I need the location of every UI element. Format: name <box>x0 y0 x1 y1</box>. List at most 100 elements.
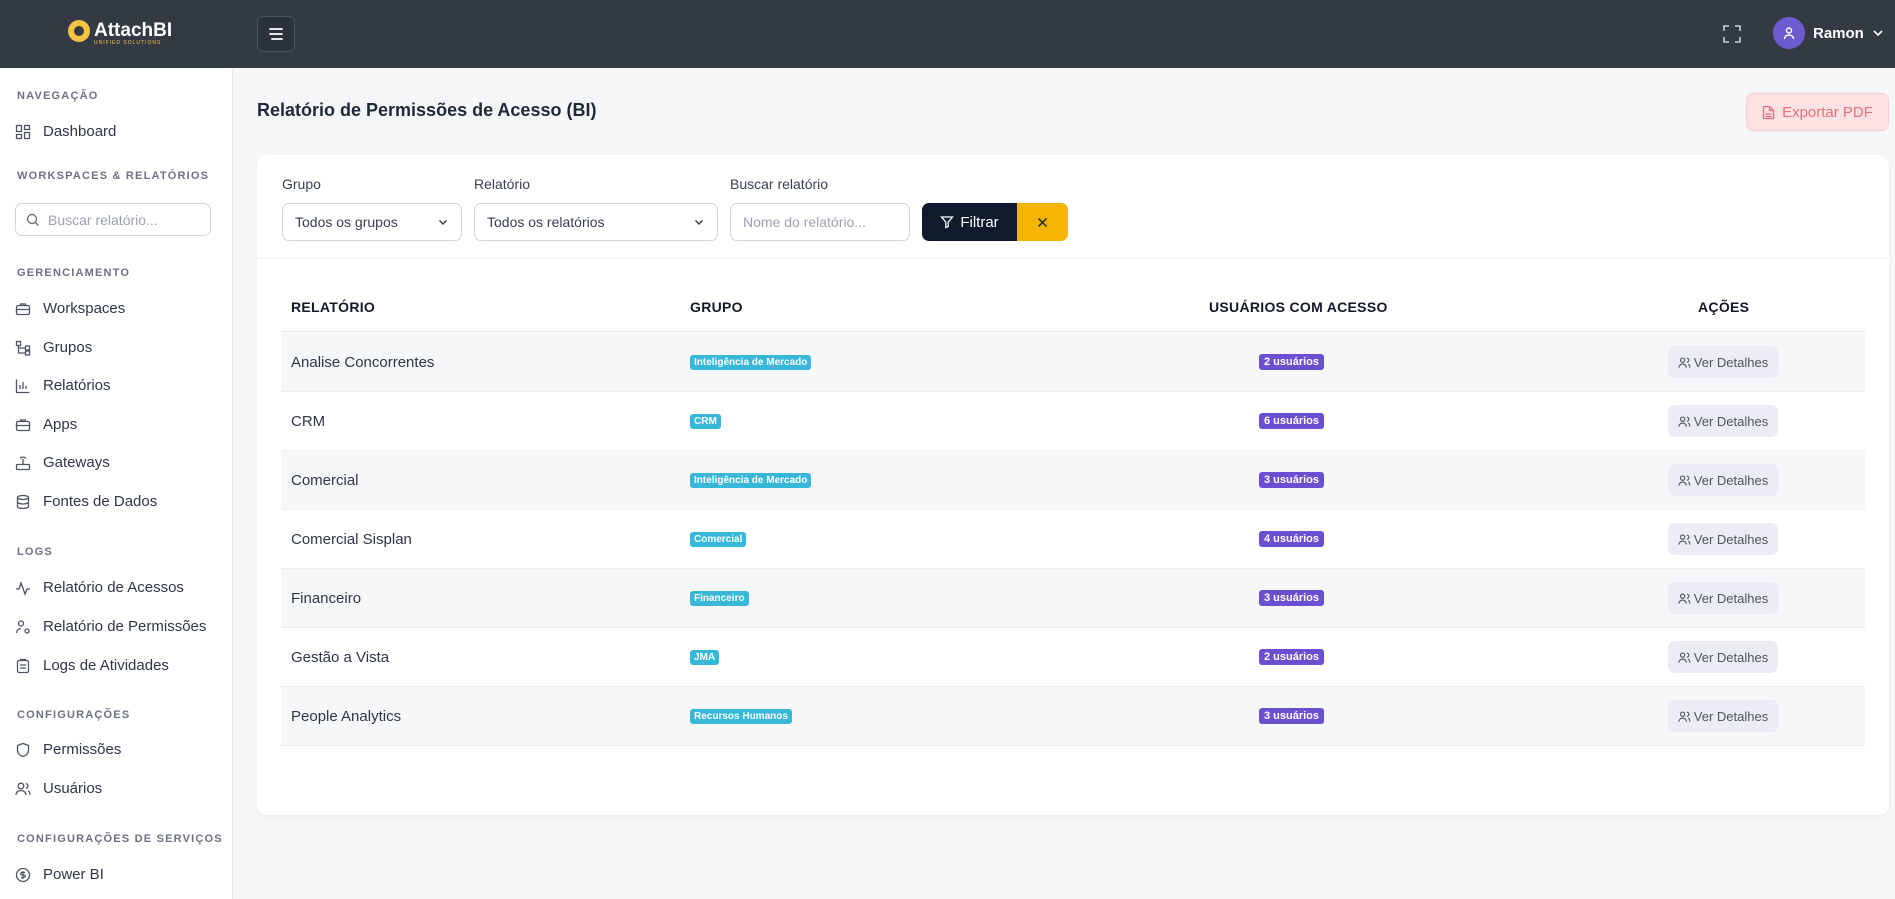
sidebar-item-relatorios[interactable]: Relatórios <box>15 377 111 394</box>
sidebar-item-label: Relatórios <box>43 377 111 394</box>
users-count-badge: 3 usuários <box>1259 472 1325 488</box>
view-details-button[interactable]: Ver Detalhes <box>1668 582 1778 614</box>
sidebar-search-input[interactable] <box>48 211 198 228</box>
section-title-config-servicos: CONFIGURAÇÕES DE SERVIÇOS <box>17 833 223 845</box>
report-select[interactable]: Todos os relatórios <box>474 203 718 241</box>
sidebar-item-label: Usuários <box>43 780 103 797</box>
view-details-label: Ver Detalhes <box>1693 649 1769 665</box>
view-details-button[interactable]: Ver Detalhes <box>1668 700 1778 732</box>
table-row: People Analytics Recursos Humanos 3 usuári… <box>281 687 1865 746</box>
users-icon <box>1678 474 1691 486</box>
group-badge: Comercial <box>690 532 747 547</box>
user-name: Ramon <box>1813 24 1864 42</box>
sidebar: NAVEGAÇÃO Dashboard WORKSPACES & RELATÓR… <box>0 68 233 899</box>
file-pdf-icon <box>1762 105 1775 119</box>
view-details-button[interactable]: Ver Detalhes <box>1668 405 1778 437</box>
table-row: Comercial Sisplan Comercial 4 usuários Ver … <box>281 510 1865 569</box>
logo-mark-icon <box>68 20 90 42</box>
page-title: Relatório de Permissões de Acesso (BI) <box>257 100 597 120</box>
view-details-button[interactable]: Ver Detalhes <box>1668 523 1778 555</box>
filter-bar: Grupo Todos os grupos Relatório Todos os… <box>257 155 1889 259</box>
group-select[interactable]: Todos os grupos <box>282 203 462 241</box>
sidebar-item-fontes-de-dados[interactable]: Fontes de Dados <box>15 493 157 510</box>
section-title-navegacao: NAVEGAÇÃO <box>17 90 99 102</box>
dollar-circle-icon <box>15 867 31 882</box>
view-details-label: Ver Detalhes <box>1693 472 1769 488</box>
clipboard-icon <box>16 658 30 673</box>
table-row: CRM CRM 6 usuários Ver Detalhes <box>281 392 1865 451</box>
user-menu[interactable]: Ramon <box>1773 17 1884 49</box>
view-details-label: Ver Detalhes <box>1693 708 1769 724</box>
users-icon <box>1678 356 1691 368</box>
report-card: Grupo Todos os grupos Relatório Todos os… <box>257 155 1889 815</box>
sidebar-item-power-bi[interactable]: Power BI <box>15 866 104 883</box>
router-icon <box>15 456 31 470</box>
sidebar-item-label: Logs de Atividades <box>43 657 169 674</box>
table-header: RELATÓRIO GRUPO USUÁRIOS COM ACESSO AÇÕE… <box>281 279 1865 332</box>
sidebar-item-label: Dashboard <box>43 123 117 140</box>
chevron-down-icon <box>694 219 704 226</box>
group-badge: Inteligência de Mercado <box>690 473 812 488</box>
sidebar-item-usuarios[interactable]: Usuários <box>15 780 102 797</box>
filter-button-label: Filtrar <box>960 213 999 231</box>
group-badge: Recursos Humanos <box>690 709 792 724</box>
sidebar-item-relatorio-de-permissoes[interactable]: Relatório de Permissões <box>15 618 206 635</box>
report-filter-label: Relatório <box>474 176 531 192</box>
sidebar-item-label: Relatório de Permissões <box>43 618 207 635</box>
logo-text: AttachBI <box>94 20 173 41</box>
clear-filters-button[interactable] <box>1017 203 1068 241</box>
hierarchy-icon <box>15 340 31 356</box>
users-icon <box>1678 415 1691 427</box>
shield-icon <box>16 742 30 757</box>
chevron-down-icon <box>1873 30 1883 37</box>
table-row: Analise Concorrentes Inteligência de Merc… <box>281 333 1865 392</box>
report-name: CRM <box>291 413 326 430</box>
briefcase-icon <box>15 302 31 315</box>
sidebar-item-apps[interactable]: Apps <box>15 416 77 433</box>
briefcase-icon <box>15 418 31 431</box>
sidebar-item-workspaces[interactable]: Workspaces <box>15 300 125 317</box>
top-bar: AttachBI UNIFIED SOLUTIONS Ramon <box>0 0 1895 68</box>
section-title-gerenciamento: GERENCIAMENTO <box>17 267 131 279</box>
table-row: Gestão a Vista JMA 2 usuários Ver Detalhes <box>281 628 1865 687</box>
sidebar-item-logs-de-atividades[interactable]: Logs de Atividades <box>15 657 169 674</box>
filter-button[interactable]: Filtrar <box>922 203 1017 241</box>
users-icon <box>15 782 31 795</box>
sidebar-item-grupos[interactable]: Grupos <box>15 339 92 356</box>
menu-toggle-button[interactable] <box>257 16 295 52</box>
section-title-configuracoes: CONFIGURAÇÕES <box>17 709 131 721</box>
view-details-button[interactable]: Ver Detalhes <box>1668 641 1778 673</box>
sidebar-item-permissoes[interactable]: Permissões <box>15 741 121 758</box>
search-report-input[interactable] <box>730 203 910 241</box>
sidebar-search[interactable] <box>15 203 211 236</box>
report-name: Comercial Sisplan <box>291 531 412 548</box>
group-select-value: Todos os grupos <box>295 214 398 230</box>
users-icon <box>1678 710 1691 722</box>
group-badge: Inteligência de Mercado <box>690 355 812 370</box>
users-count-badge: 2 usuários <box>1259 354 1325 370</box>
app-logo[interactable]: AttachBI UNIFIED SOLUTIONS <box>68 20 173 46</box>
fullscreen-icon[interactable] <box>1722 24 1742 44</box>
sidebar-item-dashboard[interactable]: Dashboard <box>15 123 116 140</box>
export-pdf-label: Exportar PDF <box>1782 103 1873 121</box>
logo-subtext: UNIFIED SOLUTIONS <box>94 40 162 46</box>
view-details-label: Ver Detalhes <box>1693 413 1769 429</box>
users-count-badge: 3 usuários <box>1259 590 1325 606</box>
sidebar-item-label: Fontes de Dados <box>43 493 158 510</box>
report-name: People Analytics <box>291 708 402 725</box>
table-row: Comercial Inteligência de Mercado 3 usuári… <box>281 451 1865 510</box>
export-pdf-button[interactable]: Exportar PDF <box>1746 93 1889 131</box>
sidebar-item-label: Relatório de Acessos <box>43 579 184 596</box>
view-details-button[interactable]: Ver Detalhes <box>1668 346 1778 378</box>
chart-icon <box>15 379 30 393</box>
view-details-button[interactable]: Ver Detalhes <box>1668 464 1778 496</box>
column-header-usuarios: USUÁRIOS COM ACESSO <box>1209 299 1388 315</box>
users-icon <box>1678 533 1691 545</box>
search-icon <box>26 213 39 226</box>
sidebar-item-gateways[interactable]: Gateways <box>15 454 110 471</box>
sidebar-item-relatorio-de-acessos[interactable]: Relatório de Acessos <box>15 579 184 596</box>
search-report-label: Buscar relatório <box>730 176 829 192</box>
user-key-icon <box>15 619 30 634</box>
close-icon <box>1037 217 1048 227</box>
sidebar-item-label: Power BI <box>43 866 104 883</box>
